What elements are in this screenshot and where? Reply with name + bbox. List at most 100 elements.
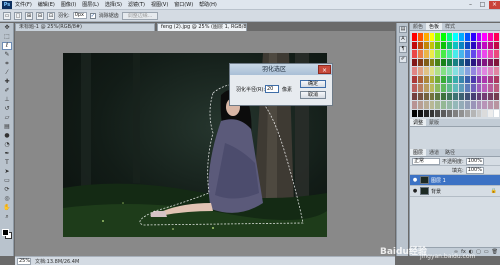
- color-swatch[interactable]: [476, 109, 482, 117]
- color-swatch[interactable]: [494, 109, 499, 117]
- color-swatch[interactable]: [470, 33, 476, 41]
- color-swatch[interactable]: [494, 41, 499, 49]
- cancel-button[interactable]: 取消: [300, 91, 326, 99]
- history-panel-icon[interactable]: ▤: [399, 26, 407, 33]
- color-swatch[interactable]: [482, 92, 488, 100]
- tab-feng-document[interactable]: feng (2).jpg @ 25% (图层 1, RGB/8#): [157, 23, 247, 31]
- color-swatch[interactable]: [482, 50, 488, 58]
- color-swatch[interactable]: [458, 84, 464, 92]
- color-swatch[interactable]: [435, 67, 441, 75]
- healing-brush-icon[interactable]: ✚: [2, 78, 12, 86]
- color-swatch[interactable]: [482, 58, 488, 66]
- color-swatch[interactable]: [453, 58, 458, 66]
- minimize-button[interactable]: –: [465, 1, 476, 9]
- color-swatch[interactable]: [464, 58, 470, 66]
- color-swatch[interactable]: [482, 109, 488, 117]
- color-swatch[interactable]: [423, 67, 429, 75]
- color-swatch[interactable]: [447, 75, 453, 83]
- color-swatch[interactable]: [429, 92, 435, 100]
- menu-filter[interactable]: 滤镜(T): [125, 0, 148, 10]
- tab-channels[interactable]: 通道: [426, 149, 442, 156]
- color-swatch[interactable]: [476, 33, 482, 41]
- color-swatch[interactable]: [453, 92, 458, 100]
- color-swatch[interactable]: [488, 41, 494, 49]
- color-swatch[interactable]: [458, 75, 464, 83]
- visibility-eye-icon[interactable]: ●: [412, 188, 418, 194]
- color-swatch[interactable]: [470, 75, 476, 83]
- lasso-tool-icon[interactable]: ℓ: [2, 42, 12, 50]
- color-swatch[interactable]: [435, 75, 441, 83]
- zoom-tool-icon[interactable]: ⌕: [2, 213, 12, 221]
- brush-tool-icon[interactable]: ✐: [2, 87, 12, 95]
- color-swatch[interactable]: [435, 33, 441, 41]
- tab-color[interactable]: 颜色: [410, 23, 426, 30]
- color-swatch[interactable]: [423, 92, 429, 100]
- swatch-grid[interactable]: [412, 33, 499, 117]
- color-swatch[interactable]: [458, 33, 464, 41]
- color-swatch[interactable]: [412, 75, 417, 83]
- color-swatch[interactable]: [412, 33, 417, 41]
- clone-stamp-icon[interactable]: ⊥: [2, 96, 12, 104]
- color-swatch[interactable]: [494, 58, 499, 66]
- color-swatch[interactable]: [429, 41, 435, 49]
- close-window-button[interactable]: ×: [489, 0, 500, 9]
- color-swatch[interactable]: [435, 84, 441, 92]
- tab-paths[interactable]: 路径: [442, 149, 458, 156]
- color-swatch[interactable]: [494, 92, 499, 100]
- color-swatch[interactable]: [447, 50, 453, 58]
- color-swatch[interactable]: [464, 109, 470, 117]
- color-swatch[interactable]: [423, 41, 429, 49]
- color-swatch[interactable]: [435, 50, 441, 58]
- new-layer-icon[interactable]: ▭: [484, 249, 489, 255]
- color-swatch[interactable]: [417, 58, 423, 66]
- history-brush-icon[interactable]: ↺: [2, 105, 12, 113]
- subtract-selection-icon[interactable]: ⊟: [36, 11, 44, 20]
- pen-tool-icon[interactable]: ✒: [2, 150, 12, 158]
- crop-tool-icon[interactable]: ⌗: [2, 60, 12, 68]
- color-swatch[interactable]: [476, 84, 482, 92]
- refine-edge-button[interactable]: 调整边缘...: [121, 11, 159, 20]
- maximize-button[interactable]: □: [477, 1, 488, 9]
- color-swatch[interactable]: [435, 101, 441, 109]
- tab-untitled-document[interactable]: 未标题-1 @ 25%(RGB/8#): [15, 23, 155, 31]
- color-swatch[interactable]: [494, 75, 499, 83]
- color-swatch[interactable]: [464, 33, 470, 41]
- color-swatch[interactable]: [441, 101, 447, 109]
- color-swatch[interactable]: [423, 58, 429, 66]
- color-swatch[interactable]: [412, 41, 417, 49]
- color-swatch[interactable]: [453, 109, 458, 117]
- color-swatch[interactable]: [412, 58, 417, 66]
- color-swatch[interactable]: [447, 92, 453, 100]
- menu-help[interactable]: 帮助(H): [196, 0, 220, 10]
- color-swatch[interactable]: [417, 33, 423, 41]
- color-swatch[interactable]: [494, 67, 499, 75]
- color-swatch[interactable]: [429, 109, 435, 117]
- color-swatch[interactable]: [476, 50, 482, 58]
- brush-panel-icon[interactable]: ✐: [399, 56, 407, 63]
- color-swatch[interactable]: [412, 67, 417, 75]
- quick-select-tool-icon[interactable]: ✎: [2, 51, 12, 59]
- color-swatch[interactable]: [417, 50, 423, 58]
- type-tool-icon[interactable]: T: [2, 159, 12, 167]
- color-swatch[interactable]: [458, 50, 464, 58]
- color-swatch[interactable]: [453, 33, 458, 41]
- color-swatch[interactable]: [453, 67, 458, 75]
- color-swatch[interactable]: [464, 84, 470, 92]
- color-swatch[interactable]: [464, 92, 470, 100]
- marquee-tool-icon[interactable]: ▭: [3, 11, 11, 20]
- color-swatch[interactable]: [494, 101, 499, 109]
- color-swatch[interactable]: [441, 58, 447, 66]
- character-panel-icon[interactable]: A: [399, 36, 407, 43]
- color-swatch[interactable]: [482, 67, 488, 75]
- color-swatch[interactable]: [453, 84, 458, 92]
- color-swatch[interactable]: [476, 58, 482, 66]
- 3d-orbit-icon[interactable]: ◎: [2, 195, 12, 203]
- color-swatch[interactable]: [458, 41, 464, 49]
- color-swatch[interactable]: [412, 50, 417, 58]
- color-swatch[interactable]: [423, 50, 429, 58]
- color-swatch[interactable]: [470, 58, 476, 66]
- tab-swatches[interactable]: 色板: [426, 23, 443, 30]
- tab-adjustments[interactable]: 调整: [410, 119, 427, 126]
- color-swatch[interactable]: [417, 92, 423, 100]
- color-swatch[interactable]: [453, 41, 458, 49]
